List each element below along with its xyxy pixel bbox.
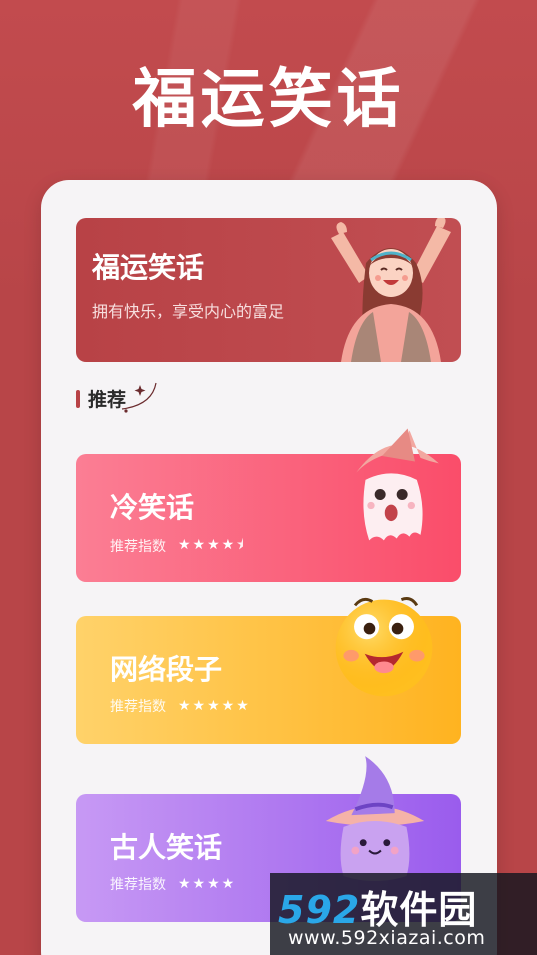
- banner-subtitle: 拥有快乐，享受内心的富足: [92, 302, 285, 321]
- phone-frame: 福运笑话 拥有快乐，享受内心的富足 推荐 冷笑话 推荐指数 ★★★★⯨ 网络段子…: [41, 180, 497, 955]
- sparkle-icon: [121, 382, 157, 413]
- rating-label: 推荐指数: [110, 699, 166, 715]
- rating-label: 推荐指数: [110, 539, 166, 555]
- laughing-emoji-icon: [335, 597, 433, 697]
- card-title: 古人笑话: [110, 831, 223, 864]
- cheering-girl-illustration: [331, 218, 451, 362]
- recommend-section-header: 推荐: [76, 382, 157, 413]
- card-rating: 推荐指数 ★★★★: [110, 874, 236, 894]
- card-rating: 推荐指数 ★★★★★: [110, 696, 251, 716]
- rating-label: 推荐指数: [110, 877, 166, 893]
- star-rating-icons: ★★★★⯨: [178, 537, 246, 553]
- card-rating: 推荐指数 ★★★★⯨: [110, 534, 246, 558]
- site-watermark: 592软件园 www.592xiazai.com: [270, 873, 537, 955]
- star-rating-icons: ★★★★: [178, 876, 237, 892]
- category-card-internet-jokes[interactable]: 网络段子 推荐指数 ★★★★★: [76, 597, 461, 744]
- star-rating-icons: ★★★★★: [178, 698, 251, 714]
- watermark-url: www.592xiazai.com: [288, 927, 486, 949]
- ghost-witch-icon: [356, 428, 439, 541]
- banner-title: 福运笑话: [92, 251, 205, 284]
- category-card-cold-jokes[interactable]: 冷笑话 推荐指数 ★★★★⯨: [76, 428, 461, 582]
- wizard-ghost-icon: [325, 756, 425, 881]
- card-title: 冷笑话: [110, 491, 195, 524]
- watermark-brand: 592软件园: [278, 888, 478, 932]
- page-title: 福运笑话: [132, 63, 405, 137]
- card-title: 网络段子: [110, 653, 223, 686]
- hero-banner[interactable]: 福运笑话 拥有快乐，享受内心的富足: [76, 218, 461, 362]
- section-accent-bar: [76, 389, 80, 408]
